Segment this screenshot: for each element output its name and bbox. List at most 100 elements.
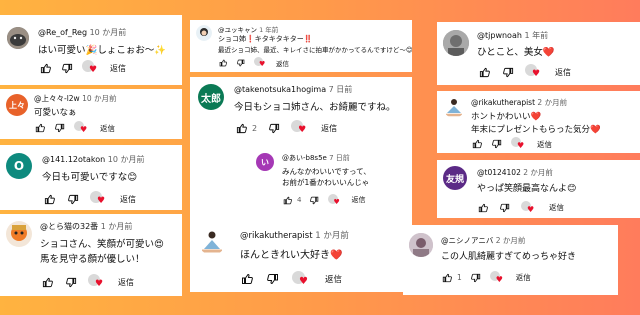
reply-button[interactable]: 返信 — [516, 272, 531, 283]
username-link[interactable]: @141.12otakon — [42, 155, 105, 164]
thumb-down-icon — [310, 196, 319, 204]
avatar[interactable]: い — [256, 153, 274, 171]
creator-heart: ♥ — [88, 274, 104, 290]
timestamp[interactable]: 1 か月前 — [315, 231, 349, 241]
username-link[interactable]: @ニシノアニバ — [441, 236, 493, 245]
username-link[interactable]: @上々々-l2w — [34, 94, 80, 103]
avatar[interactable] — [7, 27, 29, 49]
creator-heart: ♥ — [291, 120, 307, 136]
dislike-button[interactable] — [499, 203, 511, 213]
avatar[interactable] — [443, 30, 469, 56]
avatar[interactable]: O — [6, 153, 32, 179]
thumb-up-icon — [236, 123, 247, 133]
like-button[interactable] — [234, 123, 248, 134]
timestamp[interactable]: 2 か月前 — [523, 168, 553, 177]
reply-button[interactable]: 返信 — [549, 202, 564, 213]
comment-actions: ♥ 返信 — [34, 121, 115, 134]
dislike-button[interactable] — [60, 63, 74, 74]
avatar[interactable] — [5, 220, 33, 248]
timestamp[interactable]: 10 か月前 — [108, 155, 145, 164]
username-link[interactable]: @Re_of_Reg — [38, 28, 87, 37]
creator-heart: ♥ — [521, 200, 535, 215]
avatar[interactable] — [196, 25, 212, 41]
timestamp[interactable]: 7 日前 — [329, 154, 350, 162]
heart-icon: ♥ — [527, 204, 535, 214]
comment-meta: @あい-b8s5e 7 日前 — [282, 153, 350, 163]
username-link[interactable]: @あい-b8s5e — [282, 154, 327, 162]
like-button[interactable] — [477, 67, 491, 78]
comment-actions: 1 ♥ 返信 — [441, 270, 531, 285]
dislike-button[interactable] — [266, 273, 280, 285]
reply-button[interactable]: 返信 — [118, 277, 134, 288]
creator-heart: ♥ — [489, 270, 504, 285]
timestamp[interactable]: 1 か月前 — [101, 222, 133, 231]
dislike-button[interactable] — [309, 196, 320, 205]
reply-button[interactable]: 返信 — [276, 58, 289, 68]
timestamp[interactable]: 10 か月前 — [90, 28, 127, 37]
heart-icon: ♥ — [517, 141, 525, 150]
username-link[interactable]: @rikakutherapist — [240, 231, 313, 241]
reply-button[interactable]: 返信 — [110, 63, 126, 74]
thumb-down-icon — [492, 139, 502, 149]
username-link[interactable]: @rikakutherapist — [471, 98, 535, 107]
dislike-button[interactable] — [470, 273, 482, 283]
dislike-button[interactable] — [267, 123, 281, 134]
comment-meta: @takenotsuka1hogima 7 日前 — [234, 84, 352, 95]
avatar[interactable] — [409, 233, 433, 257]
reply-button[interactable]: 返信 — [120, 194, 136, 205]
like-button[interactable] — [40, 277, 54, 288]
dislike-button[interactable] — [64, 277, 78, 288]
reply-button[interactable]: 返信 — [555, 67, 571, 78]
timestamp[interactable]: 2 か月前 — [496, 236, 526, 245]
username-link[interactable]: @ユッキャン — [218, 26, 257, 34]
comment-text-line2: 馬を見守る顔が優しい！ — [40, 254, 145, 265]
thumb-down-icon — [267, 274, 278, 285]
dislike-button[interactable] — [491, 139, 503, 149]
heart-icon: ♥ — [97, 196, 106, 206]
dislike-button[interactable] — [66, 194, 80, 205]
like-button[interactable] — [441, 273, 453, 283]
reply-button[interactable]: 返信 — [325, 273, 342, 285]
timestamp[interactable]: 1 年前 — [259, 26, 278, 34]
comment-card: @ニシノアニバ 2 か月前 この人肌綺麗すぎてめっちゃ好き 1 ♥ 返信 — [403, 225, 618, 295]
like-button[interactable] — [477, 203, 489, 213]
reply-button[interactable]: 返信 — [100, 123, 115, 134]
heart-icon: ♥ — [89, 65, 98, 75]
reply-button[interactable]: 返信 — [321, 123, 337, 134]
avatar[interactable] — [443, 96, 465, 118]
timestamp[interactable]: 1 年前 — [524, 31, 548, 40]
thumb-down-icon — [502, 67, 513, 77]
comment-meta: @とら猫の32番 1 か月前 — [40, 221, 132, 232]
dislike-button[interactable] — [501, 67, 515, 78]
like-button[interactable] — [240, 273, 254, 285]
avatar[interactable]: 太郎 — [198, 84, 224, 110]
avatar[interactable]: 友規 — [443, 166, 467, 190]
comment-card: 上々 @上々々-l2w 10 か月前 可愛いなぁ ♥ 返信 — [0, 89, 182, 139]
like-button[interactable] — [34, 123, 46, 133]
comment-actions: ♥ 返信 — [477, 64, 571, 79]
timestamp[interactable]: 2 か月前 — [537, 98, 567, 107]
comment-card: @rikakutherapist 1 か月前 ほんときれい大好き❤️ ♥ 返信 — [190, 222, 412, 292]
like-button[interactable] — [218, 59, 228, 67]
username-link[interactable]: @t0124102 — [477, 168, 521, 177]
comment-text: ショコ姉❗キタキタキター‼️ — [218, 35, 313, 43]
like-count: 1 — [457, 273, 462, 282]
thumb-down-icon — [61, 63, 72, 73]
avatar[interactable]: 上々 — [6, 94, 28, 116]
reply-button[interactable]: 返信 — [537, 139, 552, 150]
avatar[interactable] — [198, 227, 226, 255]
like-button[interactable] — [471, 139, 483, 149]
like-button[interactable] — [42, 194, 56, 205]
dislike-button[interactable] — [236, 59, 246, 67]
comment-card: 友規 @t0124102 2 か月前 やっぱ笑顔最高なんよ😊 ♥ 返信 — [437, 160, 640, 218]
username-link[interactable]: @とら猫の32番 — [40, 222, 98, 231]
username-link[interactable]: @takenotsuka1hogima — [234, 85, 326, 94]
dislike-button[interactable] — [54, 123, 66, 133]
username-link[interactable]: @tjpwnoah — [477, 31, 522, 40]
reply-button[interactable]: 返信 — [351, 195, 365, 205]
comment-text: 今日も可愛いですな😊 — [42, 172, 138, 183]
timestamp[interactable]: 7 日前 — [329, 85, 353, 94]
like-button[interactable] — [282, 196, 293, 205]
like-button[interactable] — [38, 63, 52, 74]
timestamp[interactable]: 10 か月前 — [82, 94, 116, 103]
